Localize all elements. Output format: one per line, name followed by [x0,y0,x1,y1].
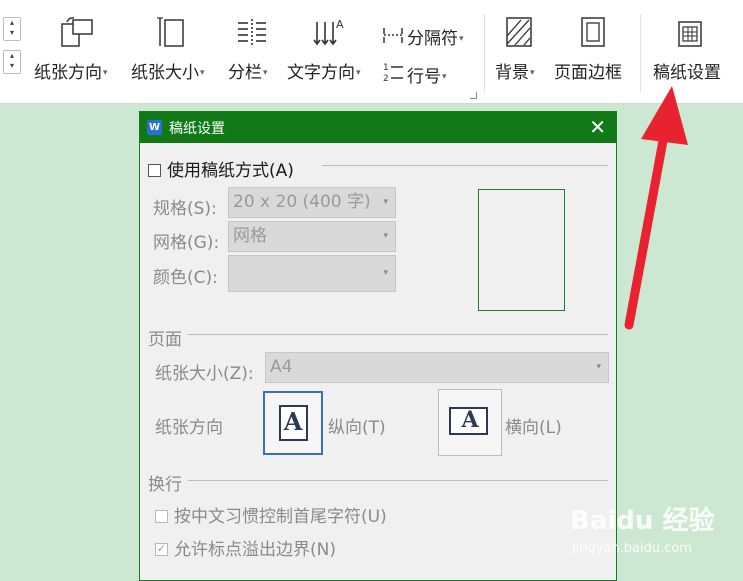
baidu-watermark: Baidu 经验 [570,506,715,536]
watermark-url: jingyan.baidu.com [572,541,692,556]
annotation-arrow-icon [624,86,688,330]
